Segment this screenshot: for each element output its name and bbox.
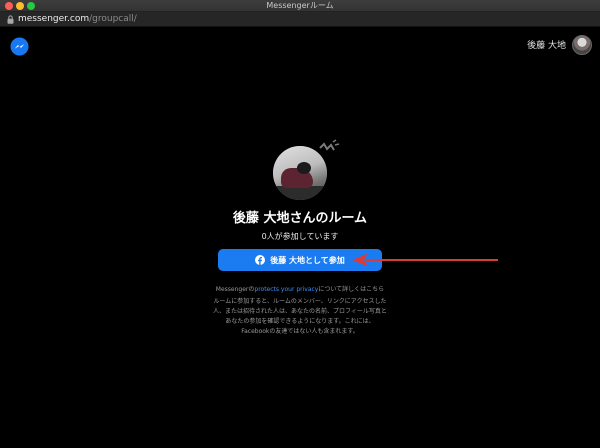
page-content: 後藤 大地 後藤 大地さんのルーム 0人が参加しています 後藤 大地として参加 …: [0, 27, 600, 448]
url-text[interactable]: messenger.com/groupcall/: [18, 12, 137, 27]
privacy-notice-line: Messengerのprotects your privacyについて詳しくはこ…: [0, 284, 600, 293]
user-avatar[interactable]: [572, 35, 592, 55]
messenger-logo-icon[interactable]: [10, 37, 29, 56]
sparkle-icon: [319, 139, 340, 151]
privacy-suffix: について詳しくはこちら: [318, 286, 385, 293]
privacy-link[interactable]: protects your privacy: [254, 286, 318, 293]
url-path: /groupcall/: [89, 14, 137, 24]
annotation-arrow: [352, 253, 498, 267]
facebook-icon: [255, 255, 266, 265]
privacy-prefix: Messengerの: [215, 286, 255, 293]
lock-icon: [7, 15, 14, 24]
join-room-button-label: 後藤 大地として参加: [270, 255, 345, 265]
title-bar: Messengerルーム: [0, 0, 600, 12]
user-name: 後藤 大地: [527, 41, 566, 51]
url-domain: messenger.com: [18, 14, 90, 24]
browser-window: Messengerルーム messenger.com/groupcall/ 後藤…: [0, 0, 600, 448]
address-bar[interactable]: messenger.com/groupcall/: [0, 12, 600, 27]
participant-count: 0人が参加しています: [261, 232, 339, 241]
join-disclaimer: ルームに参加すると、ルームのメンバー、リンクにアクセスした人、または招待された人…: [213, 298, 387, 335]
window-title: Messengerルーム: [266, 1, 334, 10]
room-title: 後藤 大地さんのルーム: [232, 211, 368, 226]
